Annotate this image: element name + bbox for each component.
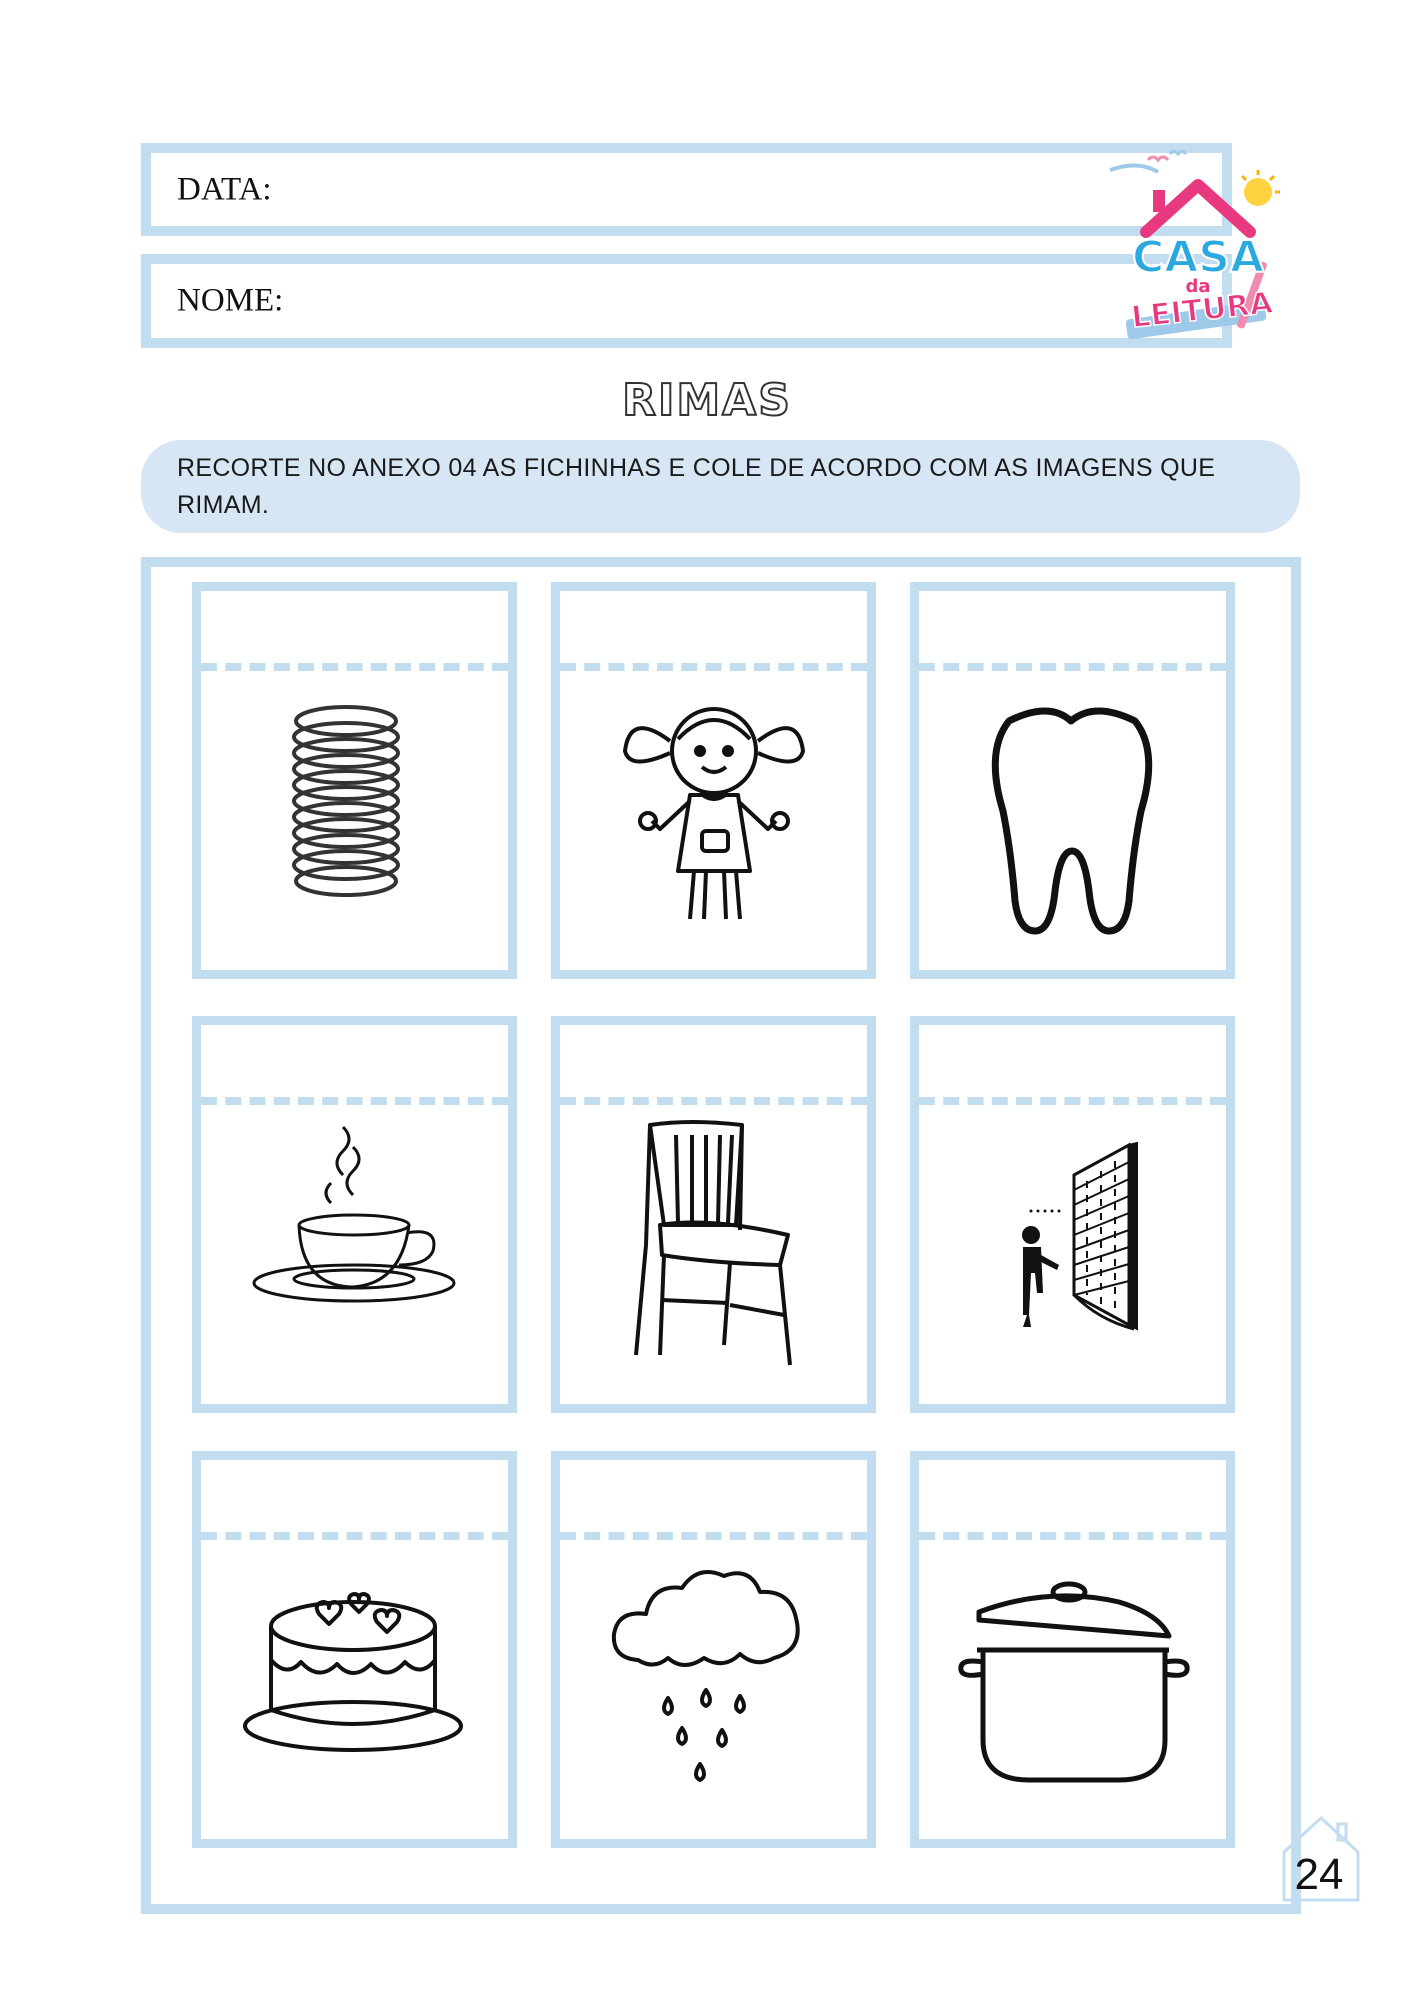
card-tooth[interactable] <box>910 582 1235 979</box>
page-number-badge: 24 <box>1276 1812 1366 1904</box>
logo: CASA da LEITURA <box>1098 140 1298 350</box>
chair-icon <box>634 1120 792 1366</box>
page-title: RIMAS <box>621 374 792 427</box>
card-wall[interactable] <box>910 1016 1235 1413</box>
card-teacup[interactable] <box>192 1016 517 1413</box>
cut-line <box>919 1532 1226 1540</box>
logo-leitura-text: LEITURA <box>1130 286 1276 336</box>
svg-text:RIMAS: RIMAS <box>622 375 792 426</box>
cut-line <box>560 1532 867 1540</box>
card-spring[interactable] <box>192 582 517 979</box>
doll-icon <box>623 707 805 920</box>
teacup-icon <box>252 1125 456 1303</box>
cut-line <box>201 1097 508 1105</box>
instruction-text: RECORTE NO ANEXO 04 AS FICHINHAS E COLE … <box>177 454 1216 519</box>
cake-icon <box>243 1592 463 1752</box>
card-chair[interactable] <box>551 1016 876 1413</box>
pot-icon <box>958 1581 1190 1783</box>
date-field[interactable]: DATA: <box>141 143 1232 236</box>
cut-line <box>919 663 1226 671</box>
cut-line <box>919 1097 1226 1105</box>
name-label: NOME: <box>177 282 284 319</box>
page-number: 24 <box>1294 1850 1344 1899</box>
cut-line <box>560 1097 867 1105</box>
cut-line <box>560 663 867 671</box>
card-pot[interactable] <box>910 1451 1235 1848</box>
cut-line <box>201 1532 508 1540</box>
card-doll[interactable] <box>551 582 876 979</box>
instruction-banner: RECORTE NO ANEXO 04 AS FICHINHAS E COLE … <box>141 440 1300 533</box>
spring-icon <box>292 705 400 897</box>
cut-line <box>201 663 508 671</box>
raincloud-icon <box>611 1570 800 1782</box>
wall-icon <box>1022 1141 1138 1331</box>
name-field[interactable]: NOME: <box>141 254 1232 348</box>
card-cake[interactable] <box>192 1451 517 1848</box>
tooth-icon <box>991 707 1153 935</box>
date-label: DATA: <box>177 171 272 207</box>
card-raincloud[interactable] <box>551 1451 876 1848</box>
